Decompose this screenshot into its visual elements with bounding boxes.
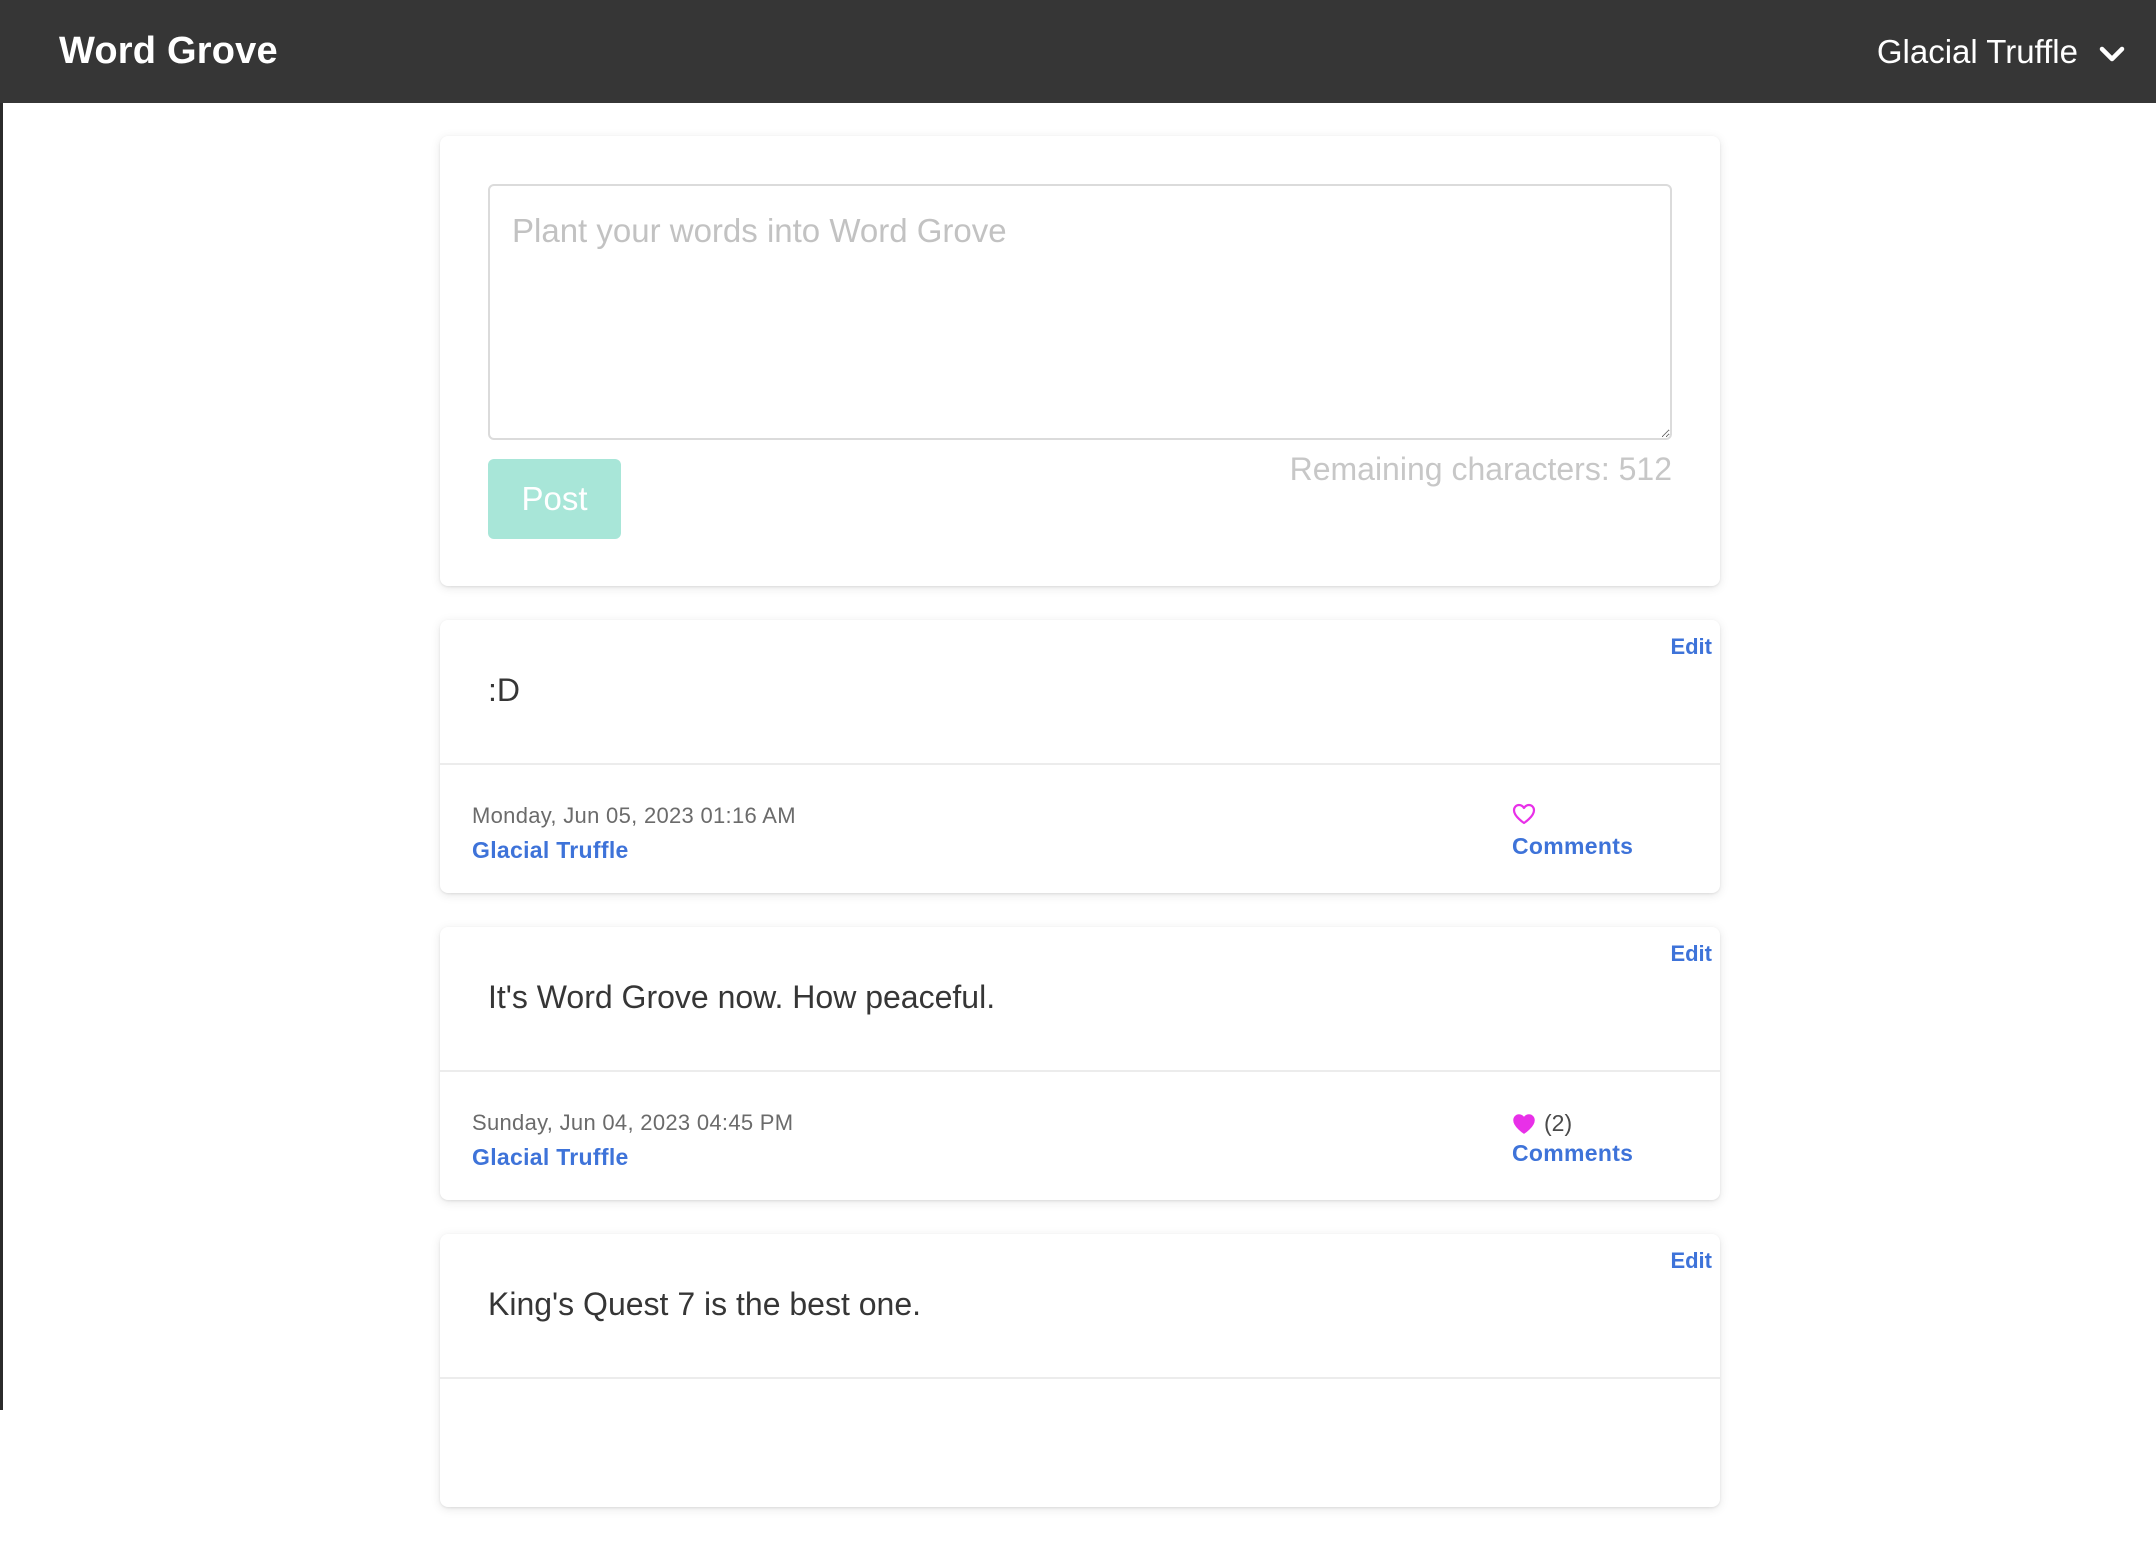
composer-actions: Post Remaining characters: 512 [488,445,1672,539]
edit-link[interactable]: Edit [1670,941,1712,967]
post-body: Edit King's Quest 7 is the best one. [440,1234,1720,1379]
post-body: Edit It's Word Grove now. How peaceful. [440,927,1720,1072]
comments-link[interactable]: Comments [1512,833,1633,860]
post-text: It's Word Grove now. How peaceful. [488,979,996,1015]
brand-logo[interactable]: Word Grove [59,30,278,73]
post-footer [440,1379,1720,1507]
post-author-link[interactable]: Glacial Truffle [472,837,629,864]
post-footer: Monday, Jun 05, 2023 01:16 AM Glacial Tr… [440,765,1720,893]
navbar: Word Grove Glacial Truffle [0,0,2156,103]
post-author-link[interactable]: Glacial Truffle [472,1144,629,1171]
chevron-down-icon [2098,38,2126,66]
window-left-edge [0,0,3,1410]
edit-link[interactable]: Edit [1670,1248,1712,1274]
post-card: Edit King's Quest 7 is the best one. [440,1234,1720,1507]
main-feed: Post Remaining characters: 512 Edit :D M… [440,136,1720,1541]
post-body: Edit :D [440,620,1720,765]
like-button[interactable] [1512,803,1536,825]
post-card: Edit It's Word Grove now. How peaceful. … [440,927,1720,1200]
heart-filled-icon [1512,1113,1536,1135]
post-card: Edit :D Monday, Jun 05, 2023 01:16 AM Gl… [440,620,1720,893]
comments-link[interactable]: Comments [1512,1140,1633,1167]
post-date: Monday, Jun 05, 2023 01:16 AM [472,803,796,828]
heart-outline-icon [1512,803,1536,825]
post-footer: Sunday, Jun 04, 2023 04:45 PM Glacial Tr… [440,1072,1720,1200]
post-text: :D [488,672,520,708]
post-text: King's Quest 7 is the best one. [488,1286,922,1322]
remaining-characters: Remaining characters: 512 [1289,451,1672,487]
edit-link[interactable]: Edit [1670,634,1712,660]
post-textarea[interactable] [488,184,1672,440]
user-name: Glacial Truffle [1876,32,2078,70]
user-menu[interactable]: Glacial Truffle [1877,33,2126,71]
composer-card: Post Remaining characters: 512 [440,136,1720,586]
post-button[interactable]: Post [488,459,621,539]
post-date: Sunday, Jun 04, 2023 04:45 PM [472,1110,794,1135]
like-count: (2) [1544,1110,1573,1136]
like-button[interactable]: (2) [1512,1110,1572,1137]
